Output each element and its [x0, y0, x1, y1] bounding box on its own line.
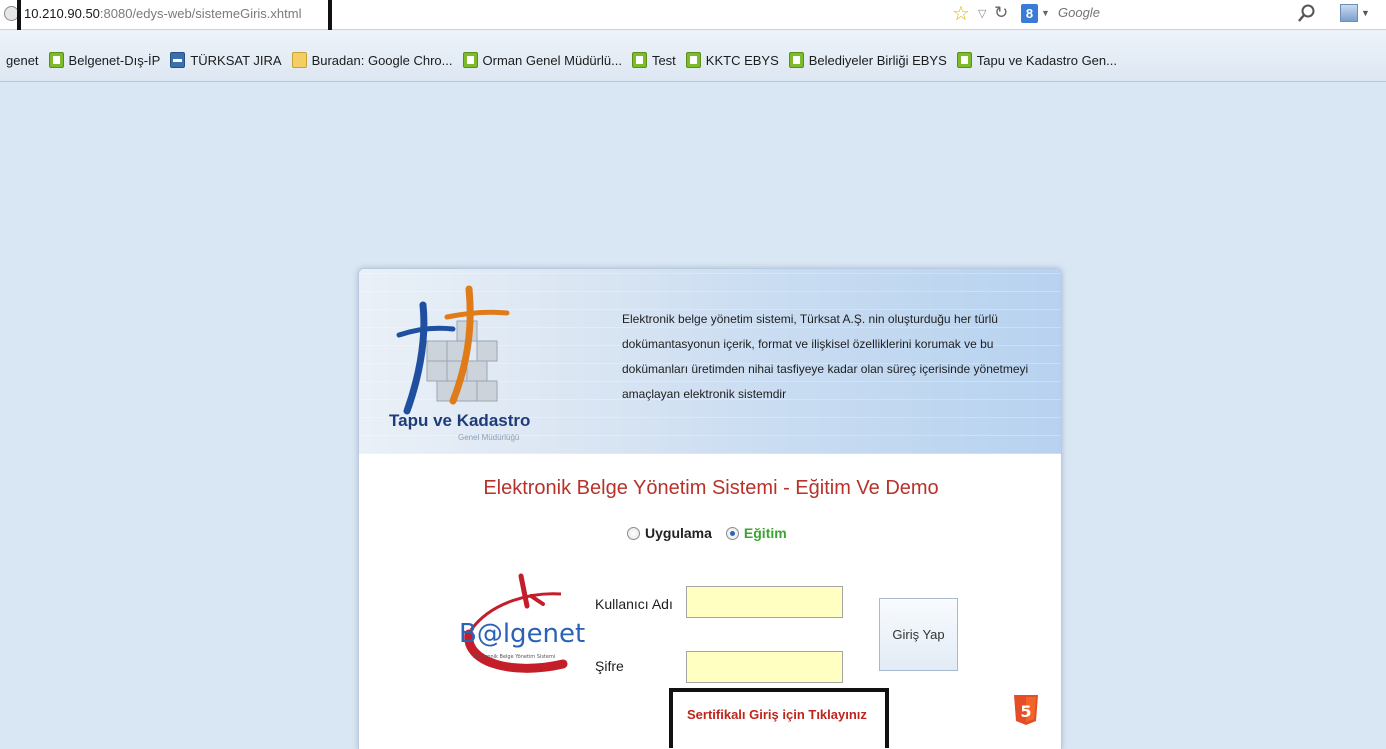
- bookmark-item[interactable]: Belediyeler Birliği EBYS: [788, 52, 947, 68]
- search-input[interactable]: [1058, 5, 1258, 20]
- html5-badge-number: 5: [1020, 702, 1031, 721]
- radio-label-egitim[interactable]: Eğitim: [744, 525, 787, 541]
- password-field[interactable]: [686, 651, 843, 683]
- bookmark-item[interactable]: KKTC EBYS: [685, 52, 779, 68]
- system-description: Elektronik belge yönetim sistemi, Türksa…: [622, 312, 1029, 401]
- username-field[interactable]: [686, 586, 843, 618]
- page-icon: [956, 52, 972, 68]
- brand-logo-text: B@lgenet: [459, 619, 585, 649]
- bookmark-item[interactable]: Belgenet-Dış-İP: [48, 52, 161, 68]
- radio-label-uygulama[interactable]: Uygulama: [645, 525, 712, 541]
- radio-egitim[interactable]: [725, 526, 739, 540]
- bookmark-label: KKTC EBYS: [705, 52, 779, 68]
- bookmark-item[interactable]: genet: [6, 53, 39, 68]
- bookmark-label: Buradan: Google Chro...: [311, 52, 453, 68]
- folder-icon: [291, 52, 307, 68]
- bookmark-label: TÜRKSAT JIRA: [190, 52, 282, 68]
- radio-uygulama[interactable]: [627, 526, 640, 540]
- page-icon: [685, 52, 701, 68]
- certificate-login-link[interactable]: Sertifikalı Giriş için Tıklayınız: [687, 707, 867, 722]
- bookmark-item[interactable]: TÜRKSAT JIRA: [170, 52, 282, 68]
- bookmark-label: Tapu ve Kadastro Gen...: [976, 52, 1117, 68]
- reload-icon[interactable]: ↻: [994, 3, 1008, 23]
- bookmark-item[interactable]: Orman Genel Müdürlü...: [462, 52, 622, 68]
- search-engine-icon[interactable]: 8: [1021, 4, 1038, 23]
- username-label: Kullanıcı Adı: [595, 596, 673, 612]
- login-card: Tapu ve Kadastro Genel Müdürlüğü Elektro…: [358, 268, 1062, 749]
- bookmark-item[interactable]: Test: [631, 52, 676, 68]
- bookmark-item[interactable]: Buradan: Google Chro...: [291, 52, 453, 68]
- history-dropdown-icon[interactable]: ▽: [978, 7, 986, 20]
- page-icon: [462, 52, 478, 68]
- bookmark-item[interactable]: Tapu ve Kadastro Gen...: [956, 52, 1117, 68]
- bookmark-label: Belgenet-Dış-İP: [68, 52, 161, 68]
- password-label: Şifre: [595, 658, 624, 674]
- card-header: Tapu ve Kadastro Genel Müdürlüğü Elektro…: [359, 269, 1061, 454]
- org-subtitle: Genel Müdürlüğü: [458, 433, 520, 442]
- page-icon: [48, 52, 64, 68]
- bookmarks-row: genet Belgenet-Dış-İP TÜRKSAT JIRA Burad…: [0, 50, 1127, 70]
- bookmark-label: genet: [6, 52, 39, 68]
- page-icon: [631, 52, 647, 68]
- brand-logo-tagline: Elektronik Belge Yönetim Sistemi: [473, 654, 555, 660]
- magnifier-icon[interactable]: [1296, 3, 1316, 23]
- bookmark-label: Test: [651, 52, 676, 68]
- bookmarks-bar: genet Belgenet-Dış-İP TÜRKSAT JIRA Burad…: [0, 30, 1386, 82]
- page-title: Elektronik Belge Yönetim Sistemi - Eğiti…: [483, 477, 939, 499]
- belgenet-logo-icon: B@lgenet Elektronik Belge Yönetim Sistem…: [459, 573, 585, 673]
- jira-icon: [170, 52, 186, 68]
- browser-toolbar: 10.210.90.50:8080/edys-web/sistemeGiris.…: [0, 0, 1386, 44]
- org-name: Tapu ve Kadastro: [389, 411, 531, 430]
- mode-selector: Uygulama Eğitim: [627, 525, 787, 541]
- html5-icon: 5: [1014, 695, 1038, 725]
- addon-icon[interactable]: [1340, 4, 1358, 22]
- bookmark-label: Belediyeler Birliği EBYS: [808, 52, 947, 68]
- bookmark-label: Orman Genel Müdürlü...: [482, 52, 622, 68]
- bookmark-star-icon[interactable]: ☆: [952, 3, 970, 25]
- login-button[interactable]: Giriş Yap: [879, 598, 958, 671]
- addon-dropdown-icon[interactable]: ▼: [1361, 8, 1370, 18]
- search-engine-dropdown-icon[interactable]: ▼: [1041, 8, 1050, 18]
- page-icon: [788, 52, 804, 68]
